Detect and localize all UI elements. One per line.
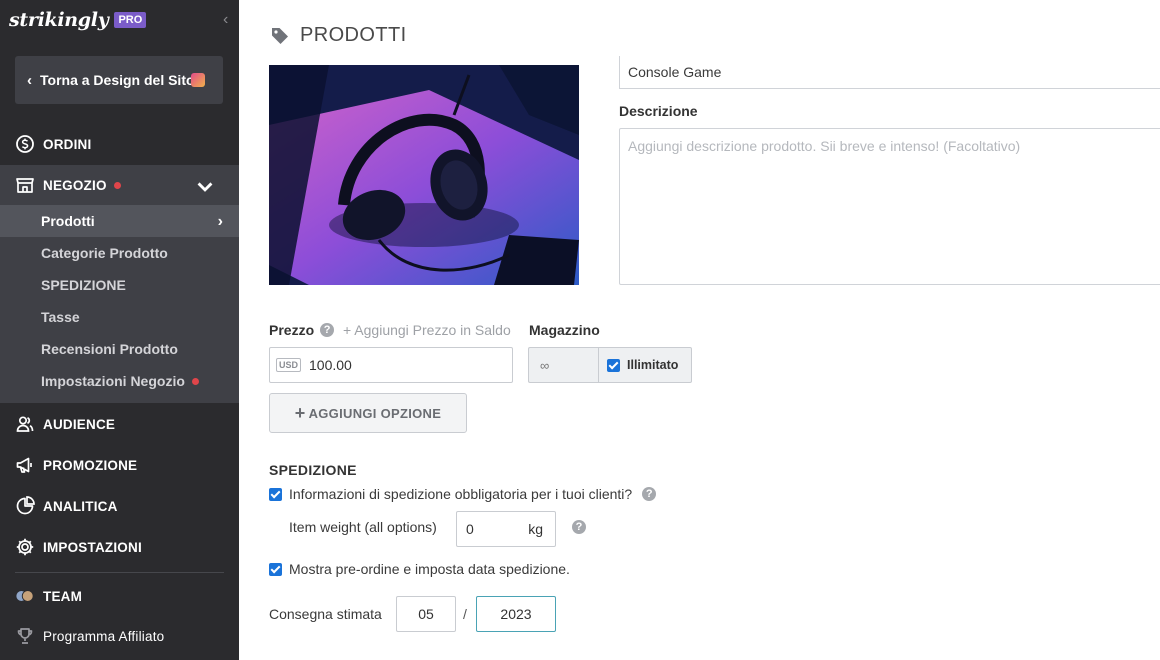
submenu-item-shipping[interactable]: SPEDIZIONE (0, 269, 239, 301)
collapse-sidebar-icon[interactable]: ‹ (223, 12, 235, 28)
stock-quantity-input[interactable]: ∞ (528, 347, 598, 383)
product-name-input[interactable]: Console Game (619, 56, 1160, 89)
shipping-help-icon[interactable]: ? (642, 487, 657, 501)
shipping-section-title: SPEDIZIONE (269, 462, 357, 478)
add-option-label: AGGIUNGI OPZIONE (308, 405, 442, 421)
preorder-label: Mostra pre-ordine e imposta data spedizi… (289, 561, 570, 577)
preorder-checkbox[interactable] (269, 562, 282, 576)
price-label: Prezzo ? (269, 322, 335, 338)
brand[interactable]: strikingly PRO (9, 8, 147, 32)
description-textarea[interactable]: Aggiungi descrizione prodotto. Sii breve… (619, 128, 1160, 285)
shop-submenu: Prodotti › Categorie Prodotto SPEDIZIONE… (0, 205, 239, 403)
plus-icon: + (294, 402, 306, 423)
notification-dot (113, 181, 121, 189)
currency-tag: USD (276, 358, 302, 372)
add-option-button[interactable]: + AGGIUNGI OPZIONE (269, 393, 467, 433)
shipping-required-row[interactable]: Informazioni di spedizione obbligatoria … (269, 486, 657, 502)
delivery-month-input[interactable]: 05 (396, 596, 456, 632)
nav-label-affiliate: Programma Affiliato (43, 628, 165, 644)
nav-item-audience[interactable]: AUDIENCE (0, 404, 239, 444)
nav-item-settings[interactable]: IMPOSTAZIONI (0, 527, 239, 567)
price-input[interactable]: USD 100.00 (269, 347, 513, 383)
submenu-label-taxes: Tasse (41, 309, 80, 325)
store-icon (16, 178, 34, 193)
estimated-delivery-label: Consegna stimata (269, 606, 382, 622)
page-title: PRODOTTI (270, 24, 407, 47)
submenu-item-categories[interactable]: Categorie Prodotto (0, 237, 239, 269)
nav-label-audience: AUDIENCE (43, 416, 116, 432)
nav-label-shop: NEGOZIO (43, 177, 107, 193)
back-button-label: Torna a Design del Sito (40, 72, 195, 88)
chevron-left-icon: ‹ (27, 71, 32, 89)
team-avatars-icon (15, 590, 34, 602)
submenu-label-shipping: SPEDIZIONE (41, 277, 126, 293)
stock-label: Magazzino (529, 322, 600, 338)
trophy-icon (17, 628, 33, 644)
sidebar: strikingly PRO ‹ ‹ Torna a Design del Si… (0, 0, 239, 660)
submenu-item-products[interactable]: Prodotti › (0, 205, 239, 237)
megaphone-icon (16, 457, 32, 473)
nav-item-promotion[interactable]: PROMOZIONE (0, 445, 239, 485)
delivery-year-input[interactable]: 2023 (476, 596, 556, 632)
emoji-icon (190, 73, 205, 87)
submenu-label-categories: Categorie Prodotto (41, 245, 168, 261)
submenu-item-taxes[interactable]: Tasse (0, 301, 239, 333)
price-label-text: Prezzo (269, 322, 315, 338)
add-sale-price-link[interactable]: + Aggiungi Prezzo in Saldo (343, 322, 511, 338)
stock-field: ∞ Illimitato (528, 347, 692, 383)
nav-item-team[interactable]: TEAM (0, 576, 239, 616)
chevron-right-icon: › (217, 213, 223, 230)
headphones-photo (269, 65, 579, 285)
back-to-site-design-button[interactable]: ‹ Torna a Design del Sito (15, 56, 223, 104)
submenu-item-shop-settings[interactable]: Impostazioni Negozio (0, 365, 239, 397)
product-image[interactable] (269, 65, 579, 285)
notification-dot (191, 377, 199, 385)
shipping-required-checkbox[interactable] (269, 487, 282, 501)
gear-icon (16, 538, 34, 556)
weight-value: 0 (466, 521, 474, 537)
date-separator: / (463, 606, 467, 622)
weight-input[interactable]: 0 kg (456, 511, 556, 547)
preorder-row[interactable]: Mostra pre-ordine e imposta data spedizi… (269, 561, 570, 577)
shipping-required-label: Informazioni di spedizione obbligatoria … (289, 486, 633, 502)
unlimited-stock-toggle[interactable]: Illimitato (598, 347, 692, 383)
page-title-text: PRODOTTI (300, 24, 407, 46)
price-value: 100.00 (309, 357, 352, 373)
nav-label-settings: IMPOSTAZIONI (43, 539, 142, 555)
nav-item-affiliate[interactable]: Programma Affiliato (0, 616, 239, 656)
nav-label-orders: ORDINI (43, 136, 92, 152)
chevron-down-icon (197, 182, 213, 192)
users-icon (16, 416, 34, 432)
unlimited-checkbox[interactable] (607, 358, 620, 372)
weight-label: Item weight (all options) (289, 519, 437, 535)
nav-label-promotion: PROMOZIONE (43, 457, 138, 473)
description-label: Descrizione (619, 103, 698, 119)
sidebar-divider (15, 572, 224, 573)
tag-icon (272, 27, 288, 44)
nav-item-shop[interactable]: NEGOZIO (0, 165, 239, 205)
weight-help-icon[interactable]: ? (572, 520, 586, 534)
pro-badge: PRO (114, 12, 147, 28)
nav-item-analytics[interactable]: ANALITICA (0, 486, 239, 526)
submenu-item-reviews[interactable]: Recensioni Prodotto (0, 333, 239, 365)
dollar-circle-icon (16, 135, 34, 153)
pie-chart-icon (16, 496, 35, 515)
unlimited-label: Illimitato (627, 358, 679, 372)
nav-label-team: TEAM (43, 588, 83, 604)
submenu-label-reviews: Recensioni Prodotto (41, 341, 178, 357)
nav-item-orders[interactable]: ORDINI (0, 124, 239, 164)
submenu-label-shop-settings: Impostazioni Negozio (41, 373, 185, 389)
nav-label-analytics: ANALITICA (43, 498, 118, 514)
submenu-label-products: Prodotti (41, 213, 95, 229)
strikingly-logo: strikingly (9, 9, 109, 31)
weight-unit: kg (528, 521, 543, 537)
price-help-icon[interactable]: ? (320, 323, 335, 337)
